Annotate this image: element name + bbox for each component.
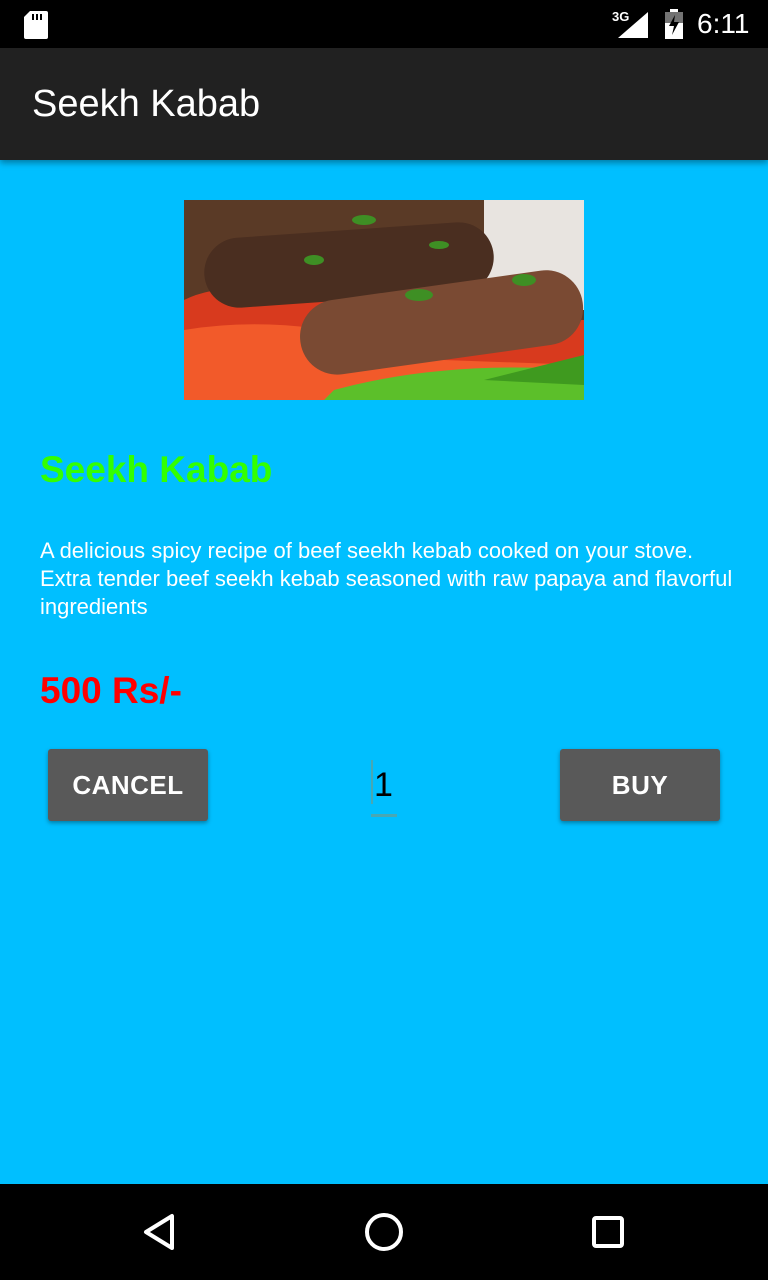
clock: 6:11 (697, 8, 750, 39)
app-toolbar: Seekh Kabab (0, 48, 768, 160)
back-icon[interactable] (136, 1208, 184, 1256)
quantity-input[interactable]: 1 (371, 760, 397, 817)
sd-card-icon (24, 11, 48, 39)
seekh-kabab-photo (184, 200, 584, 400)
text-cursor (371, 760, 373, 804)
buy-button[interactable]: BUY (560, 749, 720, 821)
product-price: 500 Rs/- (40, 670, 182, 711)
food-illustration (184, 200, 584, 400)
signal-icon (618, 12, 648, 38)
toolbar-title: Seekh Kabab (32, 83, 261, 125)
home-icon[interactable] (360, 1208, 408, 1256)
product-name: Seekh Kabab (40, 449, 273, 490)
status-bar: 3G 6:11 (0, 0, 768, 48)
quantity-value: 1 (374, 766, 393, 804)
battery-icon (665, 9, 683, 39)
cancel-button[interactable]: CANCEL (48, 749, 208, 821)
recents-icon[interactable] (584, 1208, 632, 1256)
product-description: A delicious spicy recipe of beef seekh k… (40, 538, 733, 619)
navigation-bar (0, 1184, 768, 1280)
